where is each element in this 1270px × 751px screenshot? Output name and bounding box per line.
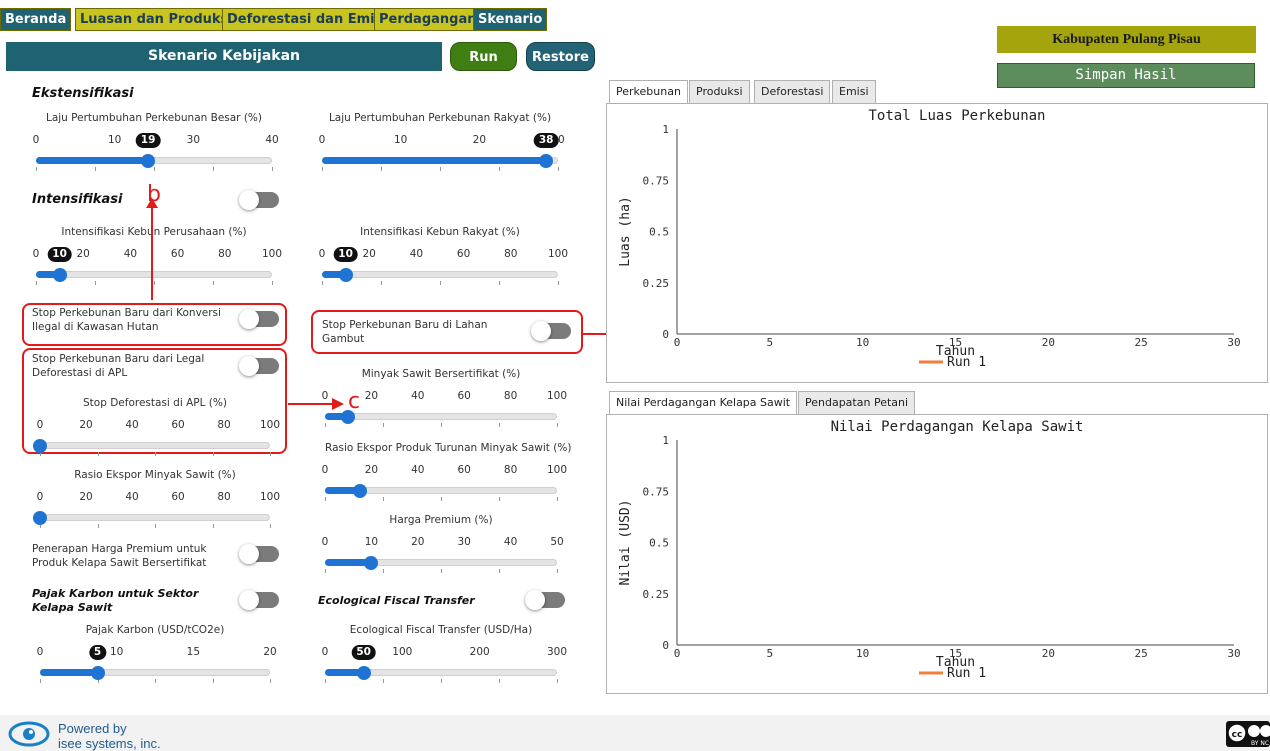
x-tick-label: 5 [767, 336, 774, 349]
chart-panel-perdagangan: Nilai Perdagangan Kelapa Sawit 0 0.25 0.5 0.… [606, 414, 1268, 694]
isee-eye-icon [8, 721, 50, 747]
tab-emisi[interactable]: Emisi [832, 80, 876, 104]
x-tick-label: 10 [856, 647, 869, 660]
x-tick-label: 10 [856, 336, 869, 349]
y-tick-label: 0.5 [649, 537, 669, 550]
chart-title: Total Luas Perkebunan [868, 108, 1045, 124]
annotation-label-c: c [348, 389, 361, 414]
powered-by-text: Powered by isee systems, inc. [58, 721, 161, 751]
region-title: Kabupaten Pulang Pisau [997, 26, 1256, 53]
chart-nilai-perdagangan: Nilai Perdagangan Kelapa Sawit 0 0.25 0.5 0.… [618, 419, 1241, 681]
legend-label-run-1: Run 1 [947, 666, 986, 681]
cc-license-badge[interactable]: cc BY NC [1226, 721, 1270, 747]
save-results-button[interactable]: Simpan Hasil [997, 63, 1255, 88]
y-tick-label: 1 [662, 123, 669, 136]
legend-label-run-1: Run 1 [947, 355, 986, 370]
x-tick-label: 25 [1135, 336, 1148, 349]
x-tick-label: 5 [767, 647, 774, 660]
y-tick-label: 0.25 [643, 277, 670, 290]
chart-panel-perkebunan: Total Luas Perkebunan 0 0.25 0.5 0.75 1 0 5 10 15… [606, 103, 1268, 383]
x-tick-label: 30 [1227, 647, 1240, 660]
powered-by-line2: isee systems, inc. [58, 736, 161, 751]
x-tick-label: 30 [1227, 336, 1240, 349]
svg-text:cc: cc [1232, 730, 1243, 740]
y-tick-label: 0.75 [643, 485, 670, 498]
license-text: BY NC [1251, 740, 1269, 747]
tab-produksi[interactable]: Produksi [689, 80, 750, 104]
y-tick-label: 1 [662, 434, 669, 447]
x-tick-label: 25 [1135, 647, 1148, 660]
y-tick-label: 0 [662, 639, 669, 652]
tab-nilai-perdagangan[interactable]: Nilai Perdagangan Kelapa Sawit [609, 391, 798, 415]
y-tick-label: 0.5 [649, 226, 669, 239]
footer: Powered by isee systems, inc. cc BY NC [0, 715, 1270, 751]
y-tick-label: 0 [662, 328, 669, 341]
y-axis-label: Luas (ha) [618, 196, 633, 266]
x-tick-label: 20 [1042, 336, 1055, 349]
x-tick-label: 0 [674, 647, 681, 660]
tab-deforestasi[interactable]: Deforestasi [754, 80, 831, 104]
y-tick-label: 0.25 [643, 588, 670, 601]
powered-by-line1: Powered by [58, 721, 127, 736]
x-tick-label: 20 [1042, 647, 1055, 660]
y-tick-label: 0.75 [643, 174, 670, 187]
cc-license-icon: cc BY NC [1227, 723, 1270, 747]
tab-perkebunan[interactable]: Perkebunan [609, 80, 688, 104]
tab-pendapatan-petani[interactable]: Pendapatan Petani [798, 391, 916, 415]
chart-title: Nilai Perdagangan Kelapa Sawit [831, 419, 1084, 435]
x-tick-label: 0 [674, 336, 681, 349]
chart-total-luas-perkebunan: Total Luas Perkebunan00.250.50.7510 5 10 15… [618, 108, 1241, 370]
y-axis-label: Nilai (USD) [618, 499, 633, 585]
annotation-label-b: b [147, 182, 161, 207]
